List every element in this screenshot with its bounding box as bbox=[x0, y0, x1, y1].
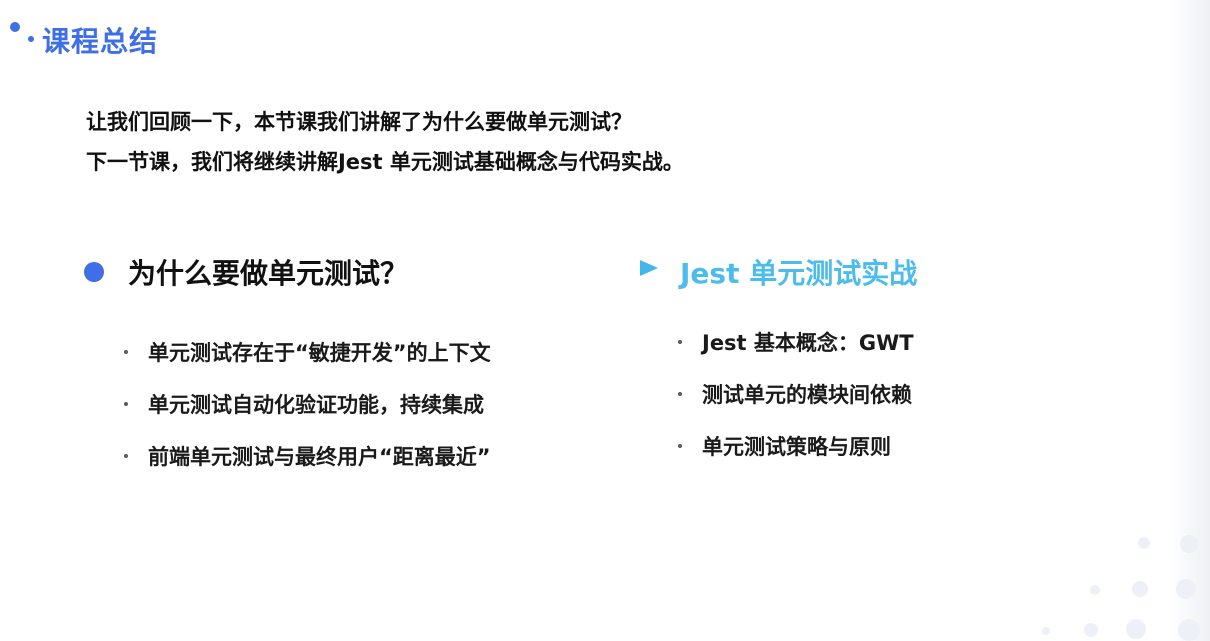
right-item-list: Jest 基本概念：GWT 测试单元的模块间依赖 单元测试策略与原则 bbox=[678, 316, 917, 472]
dot-bullet-icon bbox=[124, 454, 128, 458]
left-column: 为什么要做单元测试？ 单元测试存在于“敏捷开发”的上下文 单元测试自动化验证功能… bbox=[84, 250, 491, 482]
dot-bullet-icon bbox=[124, 350, 128, 354]
list-item: 前端单元测试与最终用户“距离最近” bbox=[124, 430, 491, 482]
intro-paragraph: 让我们回顾一下，本节课我们讲解了为什么要做单元测试？ 下一节课，我们将继续讲解J… bbox=[86, 102, 684, 182]
list-item-text: 单元测试存在于“敏捷开发”的上下文 bbox=[148, 341, 491, 365]
right-heading: Jest 单元测试实战 bbox=[680, 257, 918, 290]
left-item-list: 单元测试存在于“敏捷开发”的上下文 单元测试自动化验证功能，持续集成 前端单元测… bbox=[124, 326, 491, 482]
intro-line-1: 让我们回顾一下，本节课我们讲解了为什么要做单元测试？ bbox=[86, 110, 632, 134]
list-item-text: 前端单元测试与最终用户“距离最近” bbox=[148, 445, 491, 469]
right-heading-row: Jest 单元测试实战 bbox=[640, 250, 917, 294]
list-item: Jest 基本概念：GWT bbox=[678, 316, 917, 368]
left-heading: 为什么要做单元测试？ bbox=[128, 257, 409, 290]
dot-bullet-icon bbox=[678, 392, 682, 396]
list-item: 单元测试策略与原则 bbox=[678, 420, 917, 472]
decorative-dot-pattern bbox=[1030, 481, 1210, 641]
list-item: 测试单元的模块间依赖 bbox=[678, 368, 917, 420]
circle-bullet-icon bbox=[84, 262, 104, 282]
title-dot-small-icon bbox=[28, 36, 34, 42]
left-heading-row: 为什么要做单元测试？ bbox=[84, 250, 491, 294]
intro-line-2: 下一节课，我们将继续讲解Jest 单元测试基础概念与代码实战。 bbox=[86, 150, 684, 174]
triangle-play-icon bbox=[640, 260, 658, 276]
list-item-text: 单元测试策略与原则 bbox=[702, 435, 891, 459]
list-item-text: Jest 基本概念：GWT bbox=[702, 331, 914, 355]
right-column: Jest 单元测试实战 Jest 基本概念：GWT 测试单元的模块间依赖 单元测… bbox=[640, 250, 917, 472]
list-item: 单元测试存在于“敏捷开发”的上下文 bbox=[124, 326, 491, 378]
list-item-text: 单元测试自动化验证功能，持续集成 bbox=[148, 393, 484, 417]
dot-bullet-icon bbox=[124, 402, 128, 406]
list-item-text: 测试单元的模块间依赖 bbox=[702, 383, 912, 407]
dot-bullet-icon bbox=[678, 340, 682, 344]
list-item: 单元测试自动化验证功能，持续集成 bbox=[124, 378, 491, 430]
slide-title: 课程总结 bbox=[42, 25, 159, 58]
dot-bullet-icon bbox=[678, 444, 682, 448]
title-dot-icon bbox=[10, 22, 20, 32]
